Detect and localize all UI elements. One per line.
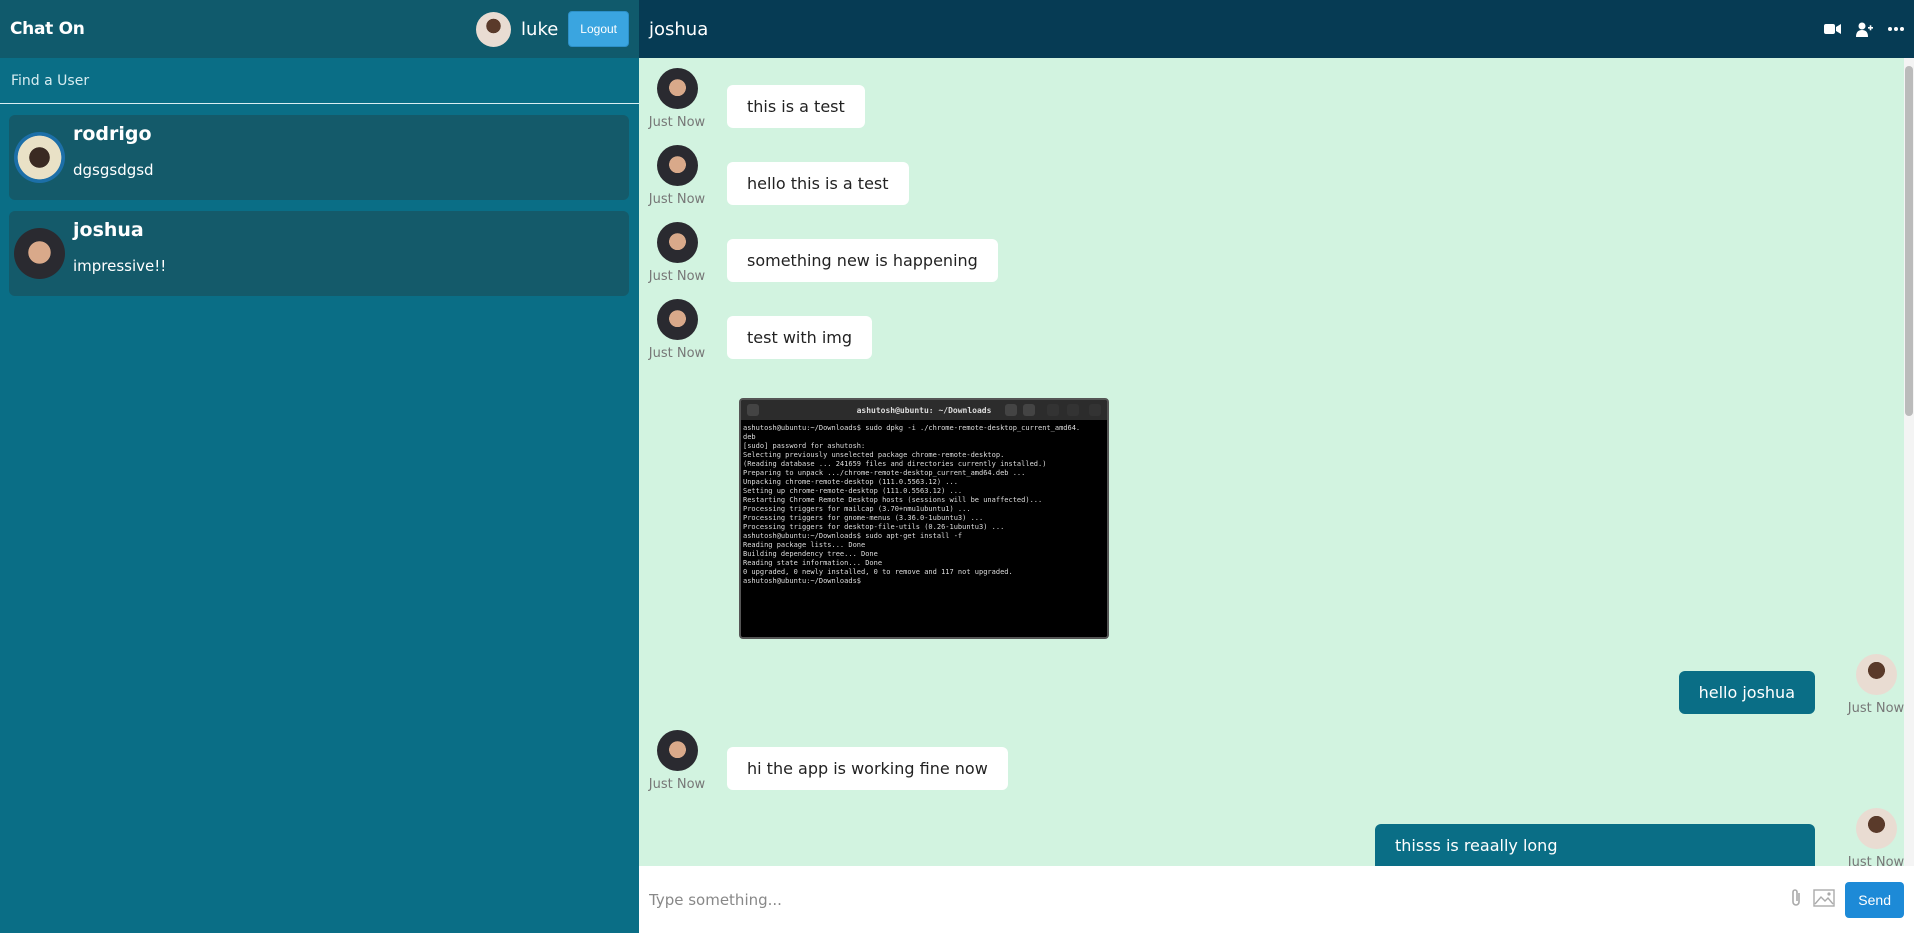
terminal-line: Unpacking chrome-remote-desktop (111.0.5… (743, 478, 958, 486)
chat-actions (1824, 22, 1904, 37)
terminal-line: Preparing to unpack .../chrome-remote-de… (743, 469, 1026, 477)
message-time: Just Now (1847, 855, 1905, 866)
add-user-icon[interactable] (1856, 22, 1873, 37)
message-row: Just Now (647, 68, 707, 130)
message-row: Just Now (647, 299, 707, 361)
message-row: Just Now (1846, 808, 1906, 866)
chat-title: joshua (649, 18, 709, 40)
contact-avatar (14, 132, 65, 183)
terminal-line: Setting up chrome-remote-desktop (111.0.… (743, 487, 963, 495)
current-user-panel: luke Logout (476, 11, 629, 47)
message-bubble: thisss is reaally long (1375, 824, 1815, 866)
send-button[interactable]: Send (1845, 881, 1904, 918)
terminal-line: Selecting previously unselected package … (743, 451, 1005, 459)
message-time: Just Now (648, 115, 706, 130)
message-bubble: hi the app is working fine now (727, 747, 1008, 790)
terminal-line: (Reading database ... 241659 files and d… (743, 460, 1047, 468)
contact-last-message: impressive!! (73, 257, 167, 275)
chat-header: joshua (639, 0, 1914, 58)
logout-button[interactable]: Logout (568, 11, 629, 47)
message-bubble: something new is happening (727, 239, 998, 282)
terminal-line: ashutosh@ubuntu:~/Downloads$ sudo apt-ge… (743, 532, 963, 540)
message-row: Just Now (647, 222, 707, 284)
current-username: luke (521, 18, 559, 40)
terminal-line: Restarting Chrome Remote Desktop hosts (… (743, 496, 1043, 504)
terminal-line: Processing triggers for desktop-file-uti… (743, 523, 1005, 531)
terminal-line: Reading package lists... Done (743, 541, 866, 549)
terminal-line: Processing triggers for gnome-menus (3.3… (743, 514, 984, 522)
message-bubble: this is a test (727, 85, 865, 128)
terminal-line: Processing triggers for mailcap (3.70+nm… (743, 505, 971, 513)
message-bubble: hello this is a test (727, 162, 909, 205)
terminal-title: ashutosh@ubuntu: ~/Downloads (856, 405, 992, 415)
terminal-line: deb (743, 433, 756, 441)
contact-item-joshua[interactable]: joshua impressive!! (9, 211, 629, 296)
message-time: Just Now (648, 777, 706, 792)
sender-avatar (1855, 654, 1897, 695)
terminal-line: 0 upgraded, 0 newly installed, 0 to remo… (743, 568, 1013, 576)
message-row: Just Now (1846, 654, 1906, 716)
message-image[interactable]: ashutosh@ubuntu: ~/Downloads ashutosh@ub… (739, 398, 1109, 639)
chat-panel: joshua Just Now this is a test Just Now … (639, 0, 1914, 933)
message-list: Just Now this is a test Just Now hello t… (639, 58, 1914, 866)
contact-name: joshua (73, 219, 144, 241)
message-time: Just Now (1847, 701, 1905, 716)
contact-name: rodrigo (73, 123, 152, 145)
sender-avatar (656, 299, 698, 340)
message-input[interactable] (649, 890, 1780, 909)
contact-item-rodrigo[interactable]: rodrigo dgsgsdgsd (9, 115, 629, 200)
terminal-line: [sudo] password for ashutosh: (743, 442, 866, 450)
app-brand: Chat On (10, 19, 85, 39)
contact-last-message: dgsgsdgsd (73, 161, 154, 179)
sender-avatar (656, 222, 698, 263)
message-row: Just Now (647, 730, 707, 792)
sidebar-header: Chat On luke Logout (0, 0, 639, 58)
terminal-line: ashutosh@ubuntu:~/Downloads$ sudo dpkg -… (743, 424, 1081, 432)
sender-avatar (1855, 808, 1897, 849)
user-avatar (476, 11, 512, 47)
message-scrollbar[interactable] (1904, 58, 1914, 866)
message-time: Just Now (648, 346, 706, 361)
message-composer: Send (639, 866, 1914, 933)
terminal-output: ashutosh@ubuntu:~/Downloads$ sudo dpkg -… (741, 420, 1107, 637)
message-bubble: hello joshua (1678, 671, 1815, 714)
find-user-input[interactable] (11, 72, 628, 89)
user-search (0, 58, 639, 104)
image-icon[interactable] (1813, 888, 1835, 912)
terminal-line: Reading state information... Done (743, 559, 883, 567)
message-time: Just Now (648, 269, 706, 284)
sidebar: Chat On luke Logout rodrigo dgsgsdgsd jo… (0, 0, 639, 933)
terminal-titlebar: ashutosh@ubuntu: ~/Downloads (741, 400, 1107, 420)
attach-icon[interactable] (1789, 888, 1803, 912)
more-icon[interactable] (1888, 27, 1904, 31)
message-bubble: test with img (727, 316, 873, 359)
scroll-thumb[interactable] (1905, 66, 1913, 416)
video-icon[interactable] (1824, 23, 1841, 35)
sender-avatar (656, 145, 698, 186)
contact-avatar (14, 228, 65, 279)
terminal-line: ashutosh@ubuntu:~/Downloads$ (743, 577, 862, 585)
message-row: Just Now (647, 145, 707, 207)
sender-avatar (656, 730, 698, 771)
terminal-line: Building dependency tree... Done (743, 550, 878, 558)
sender-avatar (656, 68, 698, 109)
message-time: Just Now (648, 192, 706, 207)
